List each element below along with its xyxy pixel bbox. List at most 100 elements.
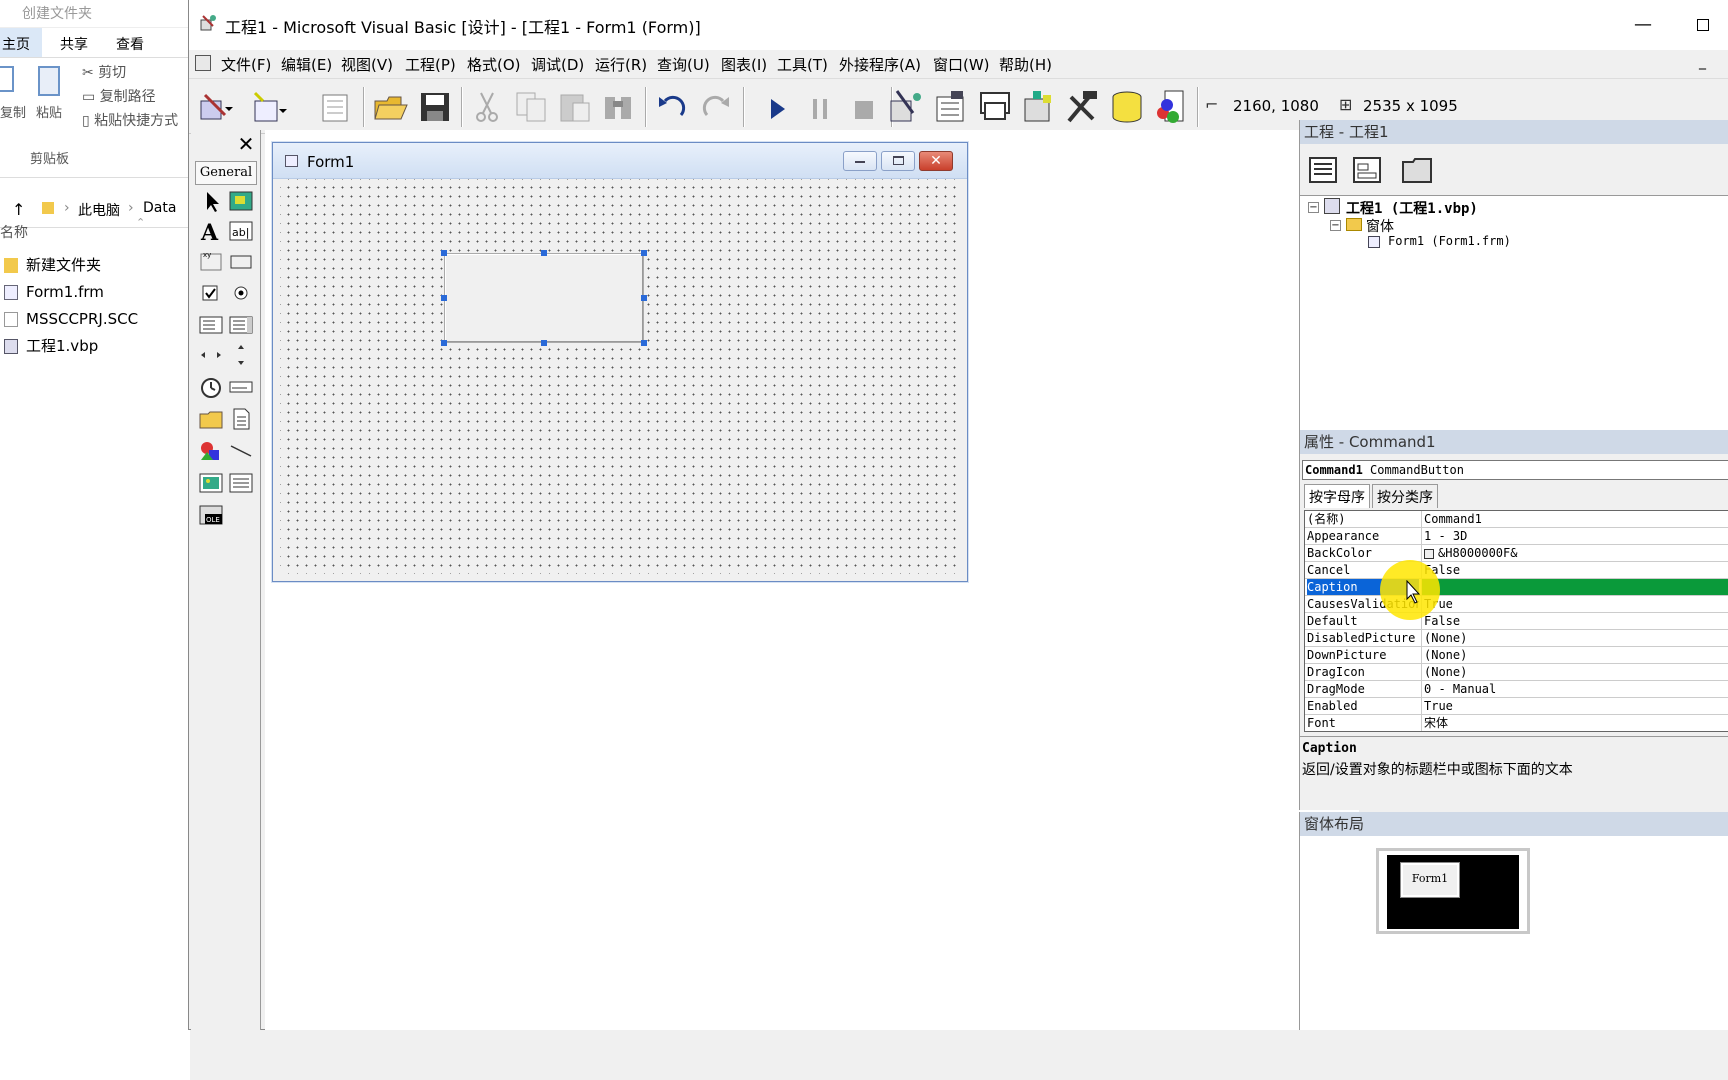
toggle-folders-icon[interactable]: [1400, 154, 1434, 186]
tab-view[interactable]: 查看: [116, 28, 154, 57]
menu-format[interactable]: 格式(O): [467, 54, 521, 75]
menu-help[interactable]: 帮助(H): [999, 54, 1052, 75]
end-icon[interactable]: [843, 87, 883, 127]
paste-shortcut-button[interactable]: ▯ 粘贴快捷方式: [82, 110, 178, 130]
maximize-button[interactable]: [1673, 8, 1728, 42]
break-icon[interactable]: [801, 87, 841, 127]
tree-form1[interactable]: Form1 (Form1.frm): [1388, 234, 1511, 248]
drivelistbox-icon[interactable]: [227, 374, 255, 400]
form1-close-button[interactable]: ✕: [919, 151, 953, 171]
menu-addins[interactable]: 外接程序(A): [839, 54, 921, 75]
property-row[interactable]: BackColor &H8000000F&: [1305, 545, 1728, 562]
resize-handle-se[interactable]: [641, 340, 647, 346]
shape-icon[interactable]: [197, 438, 225, 464]
property-value[interactable]: False: [1421, 613, 1728, 629]
resize-handle-ne[interactable]: [641, 250, 647, 256]
dirlistbox-icon[interactable]: [197, 406, 225, 432]
pointer-icon[interactable]: [197, 188, 225, 214]
property-value[interactable]: False: [1421, 562, 1728, 578]
copy-button-label[interactable]: 复制: [0, 102, 26, 121]
vscrollbar-icon[interactable]: [227, 342, 255, 368]
menu-tools[interactable]: 工具(T): [777, 54, 828, 75]
list-item[interactable]: 工程1.vbp: [0, 333, 190, 360]
object-selector-dropdown[interactable]: Command1 CommandButton: [1302, 460, 1728, 480]
list-item[interactable]: 新建文件夹: [0, 252, 190, 279]
property-value[interactable]: True: [1421, 596, 1728, 612]
collapse-icon[interactable]: −: [1330, 220, 1341, 231]
resize-handle-sw[interactable]: [441, 340, 447, 346]
collapse-icon[interactable]: −: [1308, 202, 1319, 213]
property-value[interactable]: Command1: [1421, 511, 1728, 527]
property-value[interactable]: 0 - Manual: [1421, 681, 1728, 697]
property-value[interactable]: True: [1421, 698, 1728, 714]
open-project-icon[interactable]: [371, 87, 411, 127]
list-item[interactable]: Form1.frm: [0, 279, 190, 306]
form1-window[interactable]: Form1 ✕: [272, 142, 968, 582]
form1-title-bar[interactable]: Form1 ✕: [273, 143, 967, 179]
copy-icon[interactable]: [511, 87, 551, 127]
resize-handle-s[interactable]: [541, 340, 547, 346]
list-item[interactable]: MSSCCPRJ.SCC: [0, 306, 190, 333]
component-manager-icon[interactable]: [1151, 87, 1191, 127]
mdi-minimize-button[interactable]: _: [1699, 54, 1706, 70]
undo-icon[interactable]: [651, 87, 691, 127]
property-row[interactable]: DownPicture (None): [1305, 647, 1728, 664]
tab-categorized[interactable]: 按分类序: [1372, 484, 1438, 508]
start-icon[interactable]: [757, 87, 797, 127]
frame-icon[interactable]: xy: [197, 248, 225, 274]
copy-path-button[interactable]: ▭ 复制路径: [82, 86, 156, 106]
find-icon[interactable]: [599, 87, 639, 127]
property-row[interactable]: DragMode 0 - Manual: [1305, 681, 1728, 698]
minimize-button[interactable]: —: [1613, 8, 1673, 42]
toolbox-icon[interactable]: [1063, 87, 1103, 127]
checkbox-icon[interactable]: [197, 280, 225, 306]
resize-handle-w[interactable]: [441, 295, 447, 301]
menu-file[interactable]: 文件(F): [221, 54, 271, 75]
add-project-icon[interactable]: [195, 87, 235, 127]
filelistbox-icon[interactable]: [227, 406, 255, 432]
tab-share[interactable]: 共享: [60, 28, 98, 57]
property-row[interactable]: Appearance 1 - 3D: [1305, 528, 1728, 545]
breadcrumb-data[interactable]: Data: [143, 200, 176, 216]
property-value[interactable]: (None): [1421, 647, 1728, 663]
up-arrow-icon[interactable]: ↑: [12, 200, 25, 219]
form-position-preview[interactable]: Form1: [1401, 863, 1459, 897]
property-row[interactable]: CausesValidation True: [1305, 596, 1728, 613]
resize-handle-e[interactable]: [641, 295, 647, 301]
picturebox-icon[interactable]: [227, 188, 255, 214]
property-value[interactable]: 宋体: [1421, 715, 1728, 731]
property-row[interactable]: DisabledPicture (None): [1305, 630, 1728, 647]
paste-button-label[interactable]: 粘贴: [36, 102, 62, 121]
property-row[interactable]: Default False: [1305, 613, 1728, 630]
save-project-icon[interactable]: [415, 87, 455, 127]
listbox-icon[interactable]: [227, 312, 255, 338]
tab-alphabetic[interactable]: 按字母序: [1304, 484, 1370, 508]
property-value-input[interactable]: [1421, 579, 1728, 595]
redo-icon[interactable]: [697, 87, 737, 127]
line-icon[interactable]: [227, 438, 255, 464]
menu-project[interactable]: 工程(P): [405, 54, 456, 75]
view-object-icon[interactable]: [1350, 154, 1384, 186]
menu-diagram[interactable]: 图表(I): [721, 54, 767, 75]
menu-query[interactable]: 查询(U): [657, 54, 710, 75]
column-header-name[interactable]: 名称 ⌃: [0, 216, 150, 242]
object-browser-icon[interactable]: [1019, 87, 1059, 127]
tab-home[interactable]: 主页: [0, 28, 42, 57]
optionbutton-icon[interactable]: [227, 280, 255, 306]
property-value[interactable]: &H8000000F&: [1421, 545, 1728, 561]
tree-forms-folder[interactable]: 窗体: [1366, 216, 1394, 236]
toolbox-general-tab[interactable]: General: [195, 161, 257, 185]
cut-button[interactable]: ✂ 剪切: [82, 62, 126, 82]
resize-handle-nw[interactable]: [441, 250, 447, 256]
properties-window-icon[interactable]: [931, 87, 971, 127]
mdi-form-icon[interactable]: [195, 55, 211, 71]
breadcrumb-this-pc[interactable]: 此电脑: [78, 200, 120, 220]
property-value[interactable]: (None): [1421, 664, 1728, 680]
form-designer-area[interactable]: Form1 ✕: [265, 130, 1359, 1030]
project-explorer-icon[interactable]: [887, 87, 927, 127]
label-icon[interactable]: A: [197, 218, 225, 244]
menu-edit[interactable]: 编辑(E): [281, 54, 332, 75]
menu-window[interactable]: 窗口(W): [933, 54, 990, 75]
data-view-icon[interactable]: [1107, 87, 1147, 127]
property-row[interactable]: DragIcon (None): [1305, 664, 1728, 681]
